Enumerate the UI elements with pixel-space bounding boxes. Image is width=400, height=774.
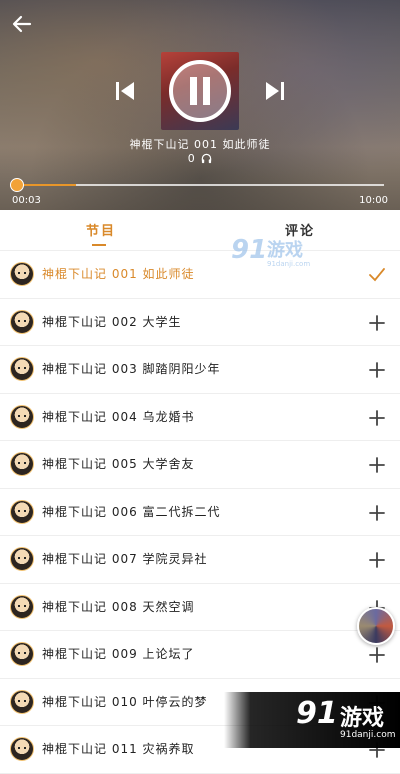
- album-cover: [161, 52, 239, 130]
- total-time: 10:00: [359, 195, 388, 206]
- watermark-text: 游戏: [340, 706, 385, 731]
- track-title: 神棍下山记 001 如此师徒: [129, 138, 271, 151]
- program-title: 神棍下山记 001 如此师徒: [42, 267, 195, 281]
- program-avatar: [10, 357, 34, 381]
- program-row[interactable]: 神棍下山记 003 脚踏阴阳少年: [0, 346, 400, 394]
- plus-icon[interactable]: [368, 551, 386, 569]
- program-row[interactable]: 神棍下山记 009 上论坛了: [0, 631, 400, 679]
- program-avatar: [10, 689, 34, 714]
- program-avatar: [10, 737, 34, 761]
- program-row[interactable]: 神棍下山记 002 大学生: [0, 299, 400, 346]
- program-title: 神棍下山记 004 乌龙婚书: [42, 409, 195, 424]
- program-avatar: [10, 594, 34, 619]
- program-row[interactable]: 神棍下山记 007 学院灵异社: [0, 536, 400, 584]
- program-title: 神棍下山记 007 学院灵异社: [42, 552, 208, 566]
- plus-icon[interactable]: [368, 409, 386, 427]
- watermark-banner: 91 游戏 91danji.com: [224, 692, 400, 748]
- watermark-url: 91danji.com: [340, 730, 396, 740]
- headphones-icon: [202, 153, 212, 164]
- program-avatar: [10, 499, 34, 524]
- floating-player-disc[interactable]: [357, 607, 395, 645]
- pause-icon[interactable]: [168, 59, 232, 123]
- tab-programs[interactable]: 节目: [86, 220, 116, 239]
- program-row[interactable]: 神棍下山记 005 大学舍友: [0, 441, 400, 489]
- program-title: 神棍下山记 010 叶停云的梦: [42, 694, 208, 709]
- program-avatar: [10, 642, 34, 666]
- listen-count: 0: [0, 152, 400, 165]
- program-row[interactable]: 神棍下山记 008 天然空调: [0, 584, 400, 631]
- next-track-icon[interactable]: [264, 80, 286, 102]
- program-avatar: [10, 547, 34, 571]
- plus-icon[interactable]: [368, 504, 386, 522]
- player-header: 神棍下山记 001 如此师徒 0 00:03 10:00: [0, 0, 400, 210]
- plus-icon[interactable]: [368, 314, 386, 332]
- program-title: 神棍下山记 002 大学生: [42, 314, 182, 329]
- previous-track-icon[interactable]: [114, 80, 136, 102]
- plus-icon[interactable]: [368, 646, 386, 664]
- program-avatar: [10, 309, 34, 334]
- program-title: 神棍下山记 006 富二代拆二代: [42, 504, 221, 519]
- watermark-number: 91: [296, 696, 338, 731]
- program-avatar: [10, 404, 34, 429]
- program-row[interactable]: 神棍下山记 004 乌龙婚书: [0, 394, 400, 441]
- program-title: 神棍下山记 009 上论坛了: [42, 647, 195, 661]
- progress-fill: [16, 184, 76, 186]
- check-icon[interactable]: [368, 266, 386, 284]
- program-title: 神棍下山记 011 灾祸养取: [42, 742, 195, 756]
- back-arrow-icon[interactable]: [10, 12, 34, 36]
- active-tab-indicator: [92, 244, 106, 246]
- program-row[interactable]: 神棍下山记 006 富二代拆二代: [0, 489, 400, 536]
- program-title: 神棍下山记 005 大学舍友: [42, 457, 195, 471]
- program-row[interactable]: 神棍下山记 001 如此师徒: [0, 251, 400, 299]
- plus-icon[interactable]: [368, 361, 386, 379]
- program-title: 神棍下山记 008 天然空调: [42, 599, 195, 614]
- tab-bar: 节目 评论: [0, 210, 400, 251]
- progress-bar[interactable]: [16, 184, 384, 186]
- program-avatar: [10, 452, 34, 476]
- plus-icon[interactable]: [368, 456, 386, 474]
- progress-knob[interactable]: [10, 178, 24, 192]
- program-title: 神棍下山记 003 脚踏阴阳少年: [42, 362, 221, 376]
- program-avatar: [10, 262, 34, 286]
- listen-count-value: 0: [187, 152, 195, 165]
- current-time: 00:03: [12, 195, 41, 206]
